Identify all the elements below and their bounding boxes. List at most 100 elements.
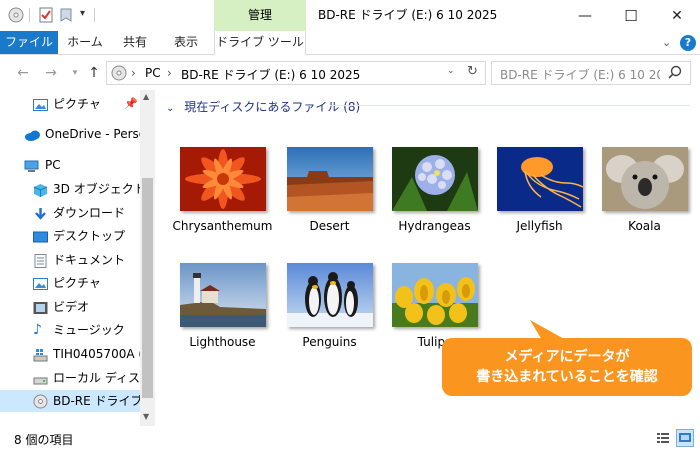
nav-item-pictures-quick[interactable]: ピクチャ 📌 xyxy=(0,93,140,115)
tulips-photo xyxy=(392,263,478,327)
nav-item-onedrive[interactable]: OneDrive - Person xyxy=(0,123,154,145)
tab-home[interactable]: ホーム xyxy=(63,31,107,54)
pin-icon: 📌 xyxy=(124,97,138,110)
new-folder-icon[interactable] xyxy=(59,7,75,23)
breadcrumb-sep: › xyxy=(131,66,136,80)
file-name: Desert xyxy=(309,219,350,233)
music-icon: ♪ xyxy=(33,322,42,338)
minimize-icon: — xyxy=(578,7,592,24)
nav-item-music[interactable]: ♪ ミュージック xyxy=(0,319,140,341)
group-header-label: 現在ディスクにあるファイル (8) xyxy=(184,100,361,114)
details-view-icon[interactable] xyxy=(656,431,670,448)
breadcrumb-pc[interactable]: PC xyxy=(145,66,161,80)
desktop-icon xyxy=(33,229,48,243)
close-icon: ✕ xyxy=(671,7,683,24)
file-item[interactable]: Jellyfish xyxy=(487,140,592,240)
file-name: Chrysanthemum xyxy=(172,219,273,233)
search-box[interactable]: BD-RE ドライブ (E:) 6 10 2025の... xyxy=(491,61,691,85)
forward-button[interactable]: → xyxy=(40,62,62,84)
refresh-icon[interactable]: ↻ xyxy=(467,64,478,79)
tab-file[interactable]: ファイル xyxy=(0,31,58,54)
videos-icon xyxy=(33,300,48,314)
koala-photo xyxy=(602,147,688,211)
up-arrow-icon: ↑ xyxy=(88,65,100,81)
pictures-icon xyxy=(33,276,48,290)
window-title: BD-RE ドライブ (E:) 6 10 2025 xyxy=(318,8,498,22)
onedrive-icon xyxy=(24,127,40,141)
documents-icon xyxy=(33,253,48,268)
file-item[interactable]: Hydrangeas xyxy=(382,140,487,240)
local-disk-icon xyxy=(33,371,48,385)
separator xyxy=(29,8,30,22)
help-icon[interactable]: ? xyxy=(680,35,696,51)
tab-view[interactable]: 表示 xyxy=(164,31,208,54)
file-item[interactable]: Desert xyxy=(277,140,382,240)
nav-item-videos[interactable]: ビデオ xyxy=(0,296,140,318)
chrysanthemum-photo xyxy=(180,147,266,211)
lighthouse-photo xyxy=(180,263,266,327)
search-placeholder: BD-RE ドライブ (E:) 6 10 2025の... xyxy=(500,68,660,82)
breadcrumb-drive[interactable]: BD-RE ドライブ (E:) 6 10 2025 xyxy=(181,66,360,83)
address-bar[interactable]: › PC › BD-RE ドライブ (E:) 6 10 2025 ⌄ ↻ xyxy=(106,61,486,85)
chevron-down-icon: ▾ xyxy=(72,68,78,78)
pictures-icon xyxy=(33,97,48,111)
maximize-button[interactable]: ☐ xyxy=(608,0,654,31)
disc-icon[interactable] xyxy=(8,7,24,23)
nav-item-drive-e[interactable]: BD-RE ドライブ (E: xyxy=(0,390,155,412)
file-name: Lighthouse xyxy=(189,335,256,349)
address-dropdown-icon[interactable]: ⌄ xyxy=(447,66,455,76)
tab-drive-tools[interactable]: ドライブ ツール xyxy=(214,31,306,55)
scroll-down-icon[interactable]: ▼ xyxy=(143,412,149,421)
file-name: Penguins xyxy=(302,335,357,349)
breadcrumb-sep: › xyxy=(167,66,172,80)
penguins-photo xyxy=(287,263,373,327)
file-name: Jellyfish xyxy=(516,219,563,233)
callout-line-2: 書き込まれていることを確認 xyxy=(476,369,658,385)
file-name: Hydrangeas xyxy=(398,219,471,233)
file-item[interactable]: Penguins xyxy=(277,256,382,356)
nav-item-pc[interactable]: PC xyxy=(0,154,140,176)
properties-icon[interactable] xyxy=(38,7,54,23)
file-item[interactable]: Chrysanthemum xyxy=(170,140,275,240)
navigation-pane: ピクチャ 📌 OneDrive - Person PC 3D オブジェクト ダウ… xyxy=(0,90,155,426)
group-header[interactable]: ⌄ 現在ディスクにあるファイル (8) xyxy=(166,98,360,115)
hydrangeas-photo xyxy=(392,147,478,211)
windows-drive-icon xyxy=(33,347,48,362)
pc-icon xyxy=(24,158,39,172)
nav-item-downloads[interactable]: ダウンロード xyxy=(0,202,140,224)
title-bar: ▾ 管理 BD-RE ドライブ (E:) 6 10 2025 — ☐ ✕ xyxy=(0,0,700,31)
file-name: Koala xyxy=(628,219,661,233)
ribbon-expand-icon[interactable]: ⌄ xyxy=(662,36,671,49)
file-item[interactable]: Lighthouse xyxy=(170,256,275,356)
group-divider xyxy=(330,105,690,106)
minimize-button[interactable]: — xyxy=(562,0,608,31)
ribbon-tabs: ファイル ホーム 共有 表示 ドライブ ツール ⌄ ? xyxy=(0,31,700,55)
desert-photo xyxy=(287,147,373,211)
separator xyxy=(94,8,95,22)
large-icons-view-icon[interactable] xyxy=(676,429,694,447)
disc-icon xyxy=(111,65,127,84)
tab-share[interactable]: 共有 xyxy=(113,31,157,54)
disc-icon xyxy=(33,394,48,409)
up-button[interactable]: ↑ xyxy=(83,62,105,84)
scroll-up-icon[interactable]: ▲ xyxy=(143,92,149,101)
context-tab-header: 管理 xyxy=(214,0,306,31)
jellyfish-photo xyxy=(497,147,583,211)
nav-scrollbar-thumb[interactable] xyxy=(142,178,153,398)
callout-line-1: メディアにデータが xyxy=(504,349,630,365)
nav-item-documents[interactable]: ドキュメント xyxy=(0,249,140,271)
file-item[interactable]: Koala xyxy=(592,140,697,240)
nav-item-desktop[interactable]: デスクトップ xyxy=(0,225,140,247)
nav-item-3d-objects[interactable]: 3D オブジェクト xyxy=(0,178,146,200)
download-icon xyxy=(33,206,48,220)
status-bar: 8 個の項目 xyxy=(0,426,700,450)
back-button[interactable]: ← xyxy=(12,62,34,84)
nav-item-drive-c[interactable]: TIH0405700A (C: xyxy=(0,343,155,365)
close-button[interactable]: ✕ xyxy=(654,0,700,31)
forward-arrow-icon: → xyxy=(45,65,57,81)
nav-item-drive-d[interactable]: ローカル ディスク (D xyxy=(0,367,155,389)
qat-dropdown-icon[interactable]: ▾ xyxy=(80,8,85,19)
maximize-icon: ☐ xyxy=(624,6,638,25)
search-icon[interactable] xyxy=(668,65,682,82)
nav-item-pictures[interactable]: ピクチャ xyxy=(0,272,140,294)
